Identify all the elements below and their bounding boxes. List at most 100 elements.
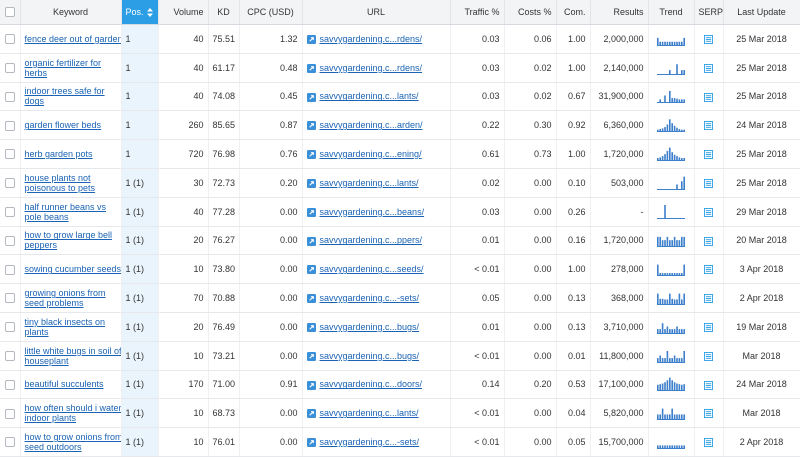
keyword-link[interactable]: how to grow large bell peppers [25,230,121,250]
row-checkbox-icon[interactable] [4,408,15,419]
trend-bar [669,357,671,362]
row-checkbox-icon[interactable] [4,206,15,217]
row-checkbox-icon[interactable] [4,264,15,275]
url-link[interactable]: savvygardening.c...bugs/ [320,351,420,361]
url-link[interactable]: savvygardening.c...rdens/ [320,63,423,73]
header-volume[interactable]: Volume [158,0,209,25]
keyword-link[interactable]: half runner beans vs pole beans [25,202,121,222]
keyword-link[interactable]: indoor trees safe for dogs [25,86,121,106]
trend-bar [659,355,661,362]
row-checkbox-icon[interactable] [4,235,15,246]
external-link-icon[interactable] [306,380,316,390]
row-checkbox-icon[interactable] [4,120,15,131]
external-link-icon[interactable] [306,178,316,188]
external-link-icon[interactable] [306,322,316,332]
header-last-update[interactable]: Last Update [723,0,800,25]
url-link[interactable]: savvygardening.c...beans/ [320,207,425,217]
table-header-row: Keyword Pos. Volume KD CPC (USD) URL Tra… [0,0,800,25]
last-update-cell: 25 Mar 2018 [723,24,800,54]
external-link-icon[interactable] [306,34,316,44]
external-link-icon[interactable] [306,438,316,448]
last-update-cell: Mar 2018 [723,398,800,429]
keyword-link[interactable]: herb garden pots [25,149,121,159]
serp-page-icon[interactable] [704,236,713,246]
external-link-icon[interactable] [306,207,316,217]
keyword-link[interactable]: sowing cucumber seeds [25,264,121,274]
keyword-link[interactable]: growing onions from seed problems [25,288,121,308]
serp-page-icon[interactable] [704,63,713,73]
cpc-cell: 0.48 [239,53,303,83]
keyword-link[interactable]: garden flower beds [25,120,121,130]
url-link[interactable]: savvygardening.c...rdens/ [320,34,423,44]
keyword-link[interactable]: tiny black insects on plants [25,317,121,337]
external-link-icon[interactable] [306,265,316,275]
trend-bar [661,357,664,362]
serp-page-icon[interactable] [704,121,713,131]
serp-page-icon[interactable] [704,92,713,102]
serp-page-icon[interactable] [704,150,713,160]
keyword-link[interactable]: how to grow onions from seed outdoors [25,432,121,452]
row-select-cell [0,254,21,285]
serp-page-icon[interactable] [704,351,713,361]
url-link[interactable]: savvygardening.c...lants/ [320,91,419,101]
keyword-link[interactable]: how often should i water indoor plants [25,403,121,423]
traffic-cell: 0.61 [450,139,505,169]
header-cpc[interactable]: CPC (USD) [239,0,303,25]
serp-page-icon[interactable] [704,207,713,217]
external-link-icon[interactable] [306,92,316,102]
url-link[interactable]: savvygardening.c...lants/ [320,408,419,418]
url-link[interactable]: savvygardening.c...ppers/ [320,235,423,245]
position-cell: 1 (1) [121,341,159,371]
serp-page-icon[interactable] [704,178,713,188]
external-link-icon[interactable] [306,294,316,304]
row-checkbox-icon[interactable] [4,34,15,45]
external-link-icon[interactable] [306,409,316,419]
url-link[interactable]: savvygardening.c...-sets/ [320,293,420,303]
keyword-link[interactable]: house plants not poisonous to pets [25,173,121,193]
serp-page-icon[interactable] [704,438,713,448]
keyword-link[interactable]: organic fertilizer for herbs [25,58,121,78]
serp-page-icon[interactable] [704,322,713,332]
header-com[interactable]: Com. [556,0,591,25]
row-checkbox-icon[interactable] [4,91,15,102]
row-checkbox-icon[interactable] [4,63,15,73]
header-results[interactable]: Results [590,0,649,25]
serp-page-icon[interactable] [704,294,713,304]
url-link[interactable]: savvygardening.c...arden/ [320,120,423,130]
row-checkbox-icon[interactable] [4,293,15,304]
serp-page-icon[interactable] [704,409,713,419]
header-costs[interactable]: Costs % [504,0,557,25]
external-link-icon[interactable] [306,63,316,73]
url-link[interactable]: savvygardening.c...doors/ [320,379,423,389]
header-url[interactable]: URL [302,0,451,25]
header-keyword[interactable]: Keyword [20,0,122,25]
trend-bar [661,156,664,161]
position-cell: 1 (1) [121,312,159,342]
external-link-icon[interactable] [306,121,316,131]
header-traffic[interactable]: Traffic % [450,0,505,25]
row-checkbox-icon[interactable] [4,178,15,189]
keyword-link[interactable]: fence deer out of garden [25,34,121,44]
serp-page-icon[interactable] [704,34,713,44]
row-checkbox-icon[interactable] [4,322,15,333]
trend-bar [683,264,685,276]
external-link-icon[interactable] [306,236,316,246]
url-link[interactable]: savvygardening.c...lants/ [320,178,419,188]
row-checkbox-icon[interactable] [4,379,15,390]
row-checkbox-icon[interactable] [4,149,15,160]
header-pos[interactable]: Pos. [121,0,159,25]
keyword-link[interactable]: beautiful succulents [25,379,121,389]
keyword-link[interactable]: little white bugs in soil of houseplant [25,346,121,366]
serp-page-icon[interactable] [704,380,713,390]
header-kd[interactable]: KD [208,0,240,25]
external-link-icon[interactable] [306,150,316,160]
select-all-checkbox-icon[interactable] [4,7,15,18]
external-link-icon[interactable] [306,351,316,361]
row-checkbox-icon[interactable] [4,437,15,448]
row-checkbox-icon[interactable] [4,350,15,361]
url-link[interactable]: savvygardening.c...bugs/ [320,322,420,332]
url-link[interactable]: savvygardening.c...seeds/ [320,264,424,274]
serp-page-icon[interactable] [704,265,713,275]
url-link[interactable]: savvygardening.c...-sets/ [320,437,420,447]
url-link[interactable]: savvygardening.c...ening/ [320,149,422,159]
